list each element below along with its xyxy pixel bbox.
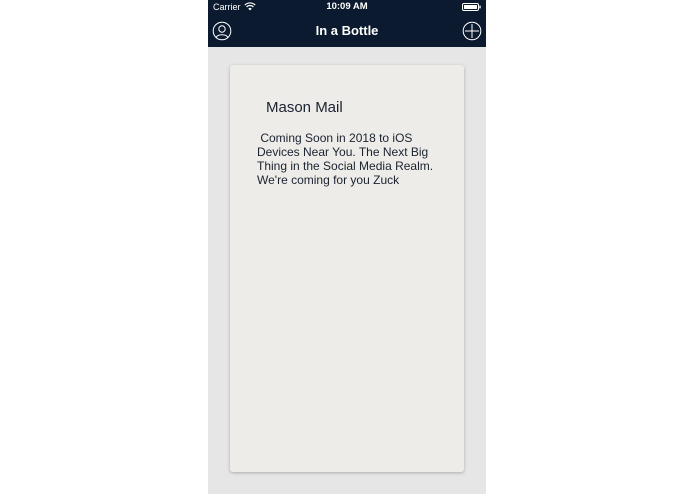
- top-bar: Carrier 10:09 AM In a Bottle: [208, 0, 486, 47]
- card-title: Mason Mail: [266, 99, 343, 116]
- clock: 10:09 AM: [326, 1, 368, 12]
- card-body-text: Coming Soon in 2018 to iOS Devices Near …: [257, 131, 437, 187]
- battery-icon: [462, 3, 481, 11]
- message-card[interactable]: Mason Mail Coming Soon in 2018 to iOS De…: [230, 65, 464, 472]
- add-icon[interactable]: [462, 21, 482, 41]
- phone-screen: Carrier 10:09 AM In a Bottle Mason Mail …: [208, 0, 486, 494]
- page-title: In a Bottle: [315, 23, 379, 38]
- navigation-bar: In a Bottle: [208, 16, 486, 47]
- status-bar: Carrier 10:09 AM: [208, 0, 486, 16]
